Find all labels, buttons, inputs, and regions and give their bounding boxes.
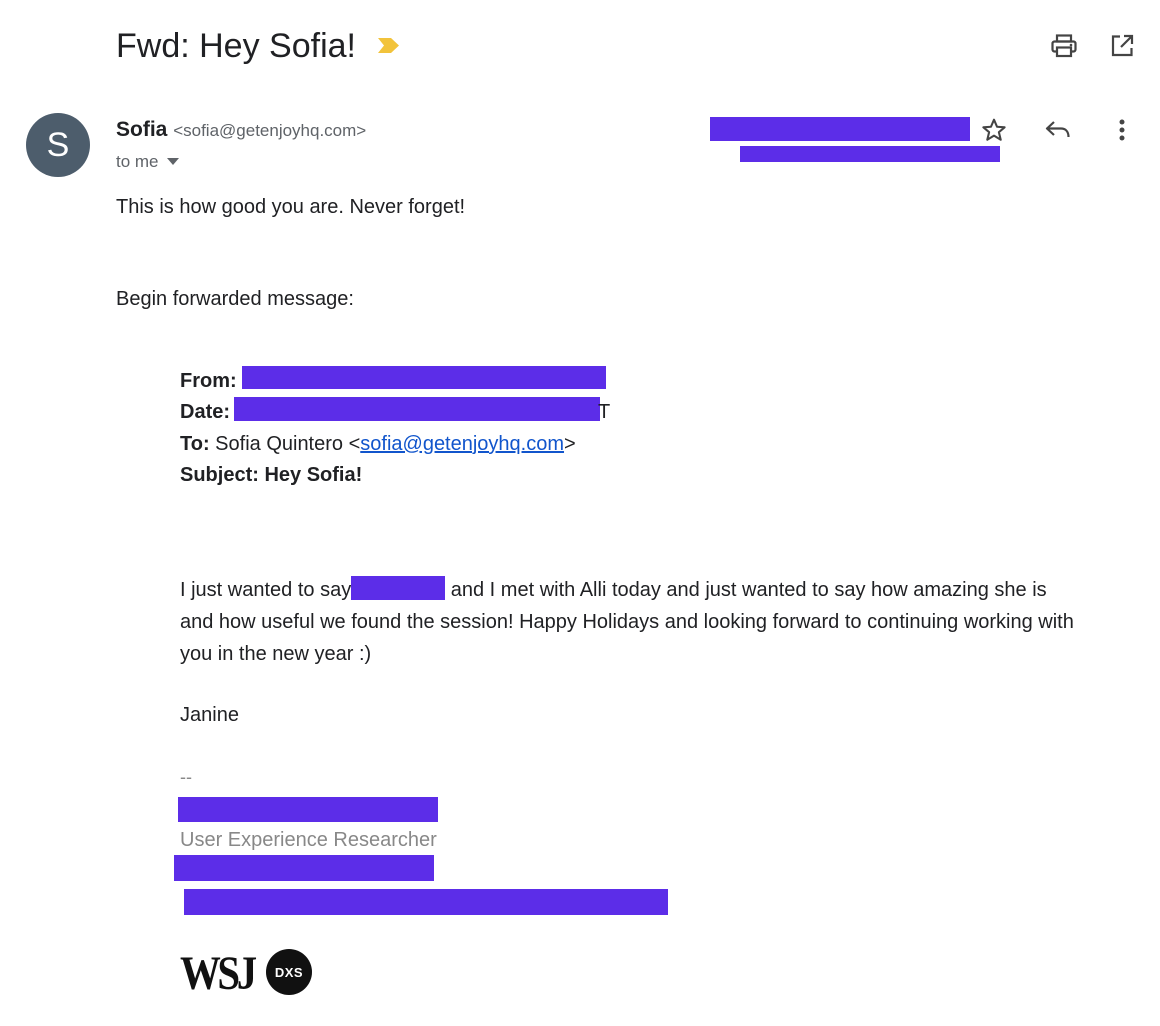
forwarded-to: To: Sofia Quintero <sofia@getenjoyhq.com…: [180, 429, 576, 460]
signature-title: User Experience Researcher: [180, 829, 437, 851]
forwarded-subject: Subject: Hey Sofia!: [180, 460, 362, 491]
redacted-signature-phone: [184, 889, 668, 915]
subject-label: Subject: Hey Sofia!: [180, 464, 363, 486]
forward-header: Begin forwarded message:: [116, 288, 354, 310]
redacted-name: [351, 576, 446, 600]
date-label: Date:: [180, 401, 231, 423]
recipient-details-toggle[interactable]: to me: [116, 150, 179, 174]
reply-icon: [1045, 121, 1070, 138]
chevron-down-icon: [166, 158, 179, 165]
redacted-signature-email: [174, 855, 434, 881]
to-label: To:: [180, 433, 210, 455]
wsj-logo: WSJ: [180, 947, 257, 1000]
print-icon: [1051, 34, 1077, 58]
date-trailing-char: T: [598, 401, 611, 423]
importance-marker-icon[interactable]: [378, 37, 400, 54]
open-in-new-window-button[interactable]: [1102, 26, 1142, 66]
to-name: Sofia Quintero <: [215, 433, 361, 455]
from-label: From:: [180, 370, 237, 392]
reply-button[interactable]: [1038, 110, 1078, 150]
redacted-date-detail: [740, 146, 1000, 162]
redacted-from: [242, 366, 606, 389]
message-paragraph: I just wanted to say and I met with Alli…: [180, 574, 1080, 670]
signoff: Janine: [180, 704, 239, 726]
more-options-button[interactable]: [1104, 110, 1140, 150]
more-vertical-icon: [1119, 119, 1125, 141]
forwarded-date: Date:: [180, 397, 230, 428]
sender-email: <sofia@getenjoyhq.com>: [173, 121, 367, 140]
print-button[interactable]: [1044, 26, 1084, 66]
to-me-label: to me: [116, 152, 159, 171]
message-part1: I just wanted to say: [180, 579, 352, 601]
sender-avatar[interactable]: S: [26, 113, 90, 177]
star-button[interactable]: [974, 110, 1014, 150]
dxs-badge: DXS: [266, 949, 312, 995]
star-icon: [982, 118, 1006, 141]
redacted-date: [710, 117, 970, 141]
redacted-signature-name: [178, 797, 438, 822]
to-close: >: [564, 433, 576, 455]
redacted-date-value: [234, 397, 600, 421]
email-subject: Fwd: Hey Sofia!: [116, 27, 356, 65]
to-email-link[interactable]: sofia@getenjoyhq.com: [360, 433, 564, 455]
sender-name[interactable]: Sofia: [116, 118, 167, 141]
sender-line: Sofia <sofia@getenjoyhq.com>: [116, 116, 366, 145]
open-in-new-window-icon: [1111, 34, 1134, 57]
intro-line: This is how good you are. Never forget!: [116, 196, 466, 218]
signature-separator: --: [180, 767, 192, 787]
forwarded-from: From:: [180, 366, 237, 397]
